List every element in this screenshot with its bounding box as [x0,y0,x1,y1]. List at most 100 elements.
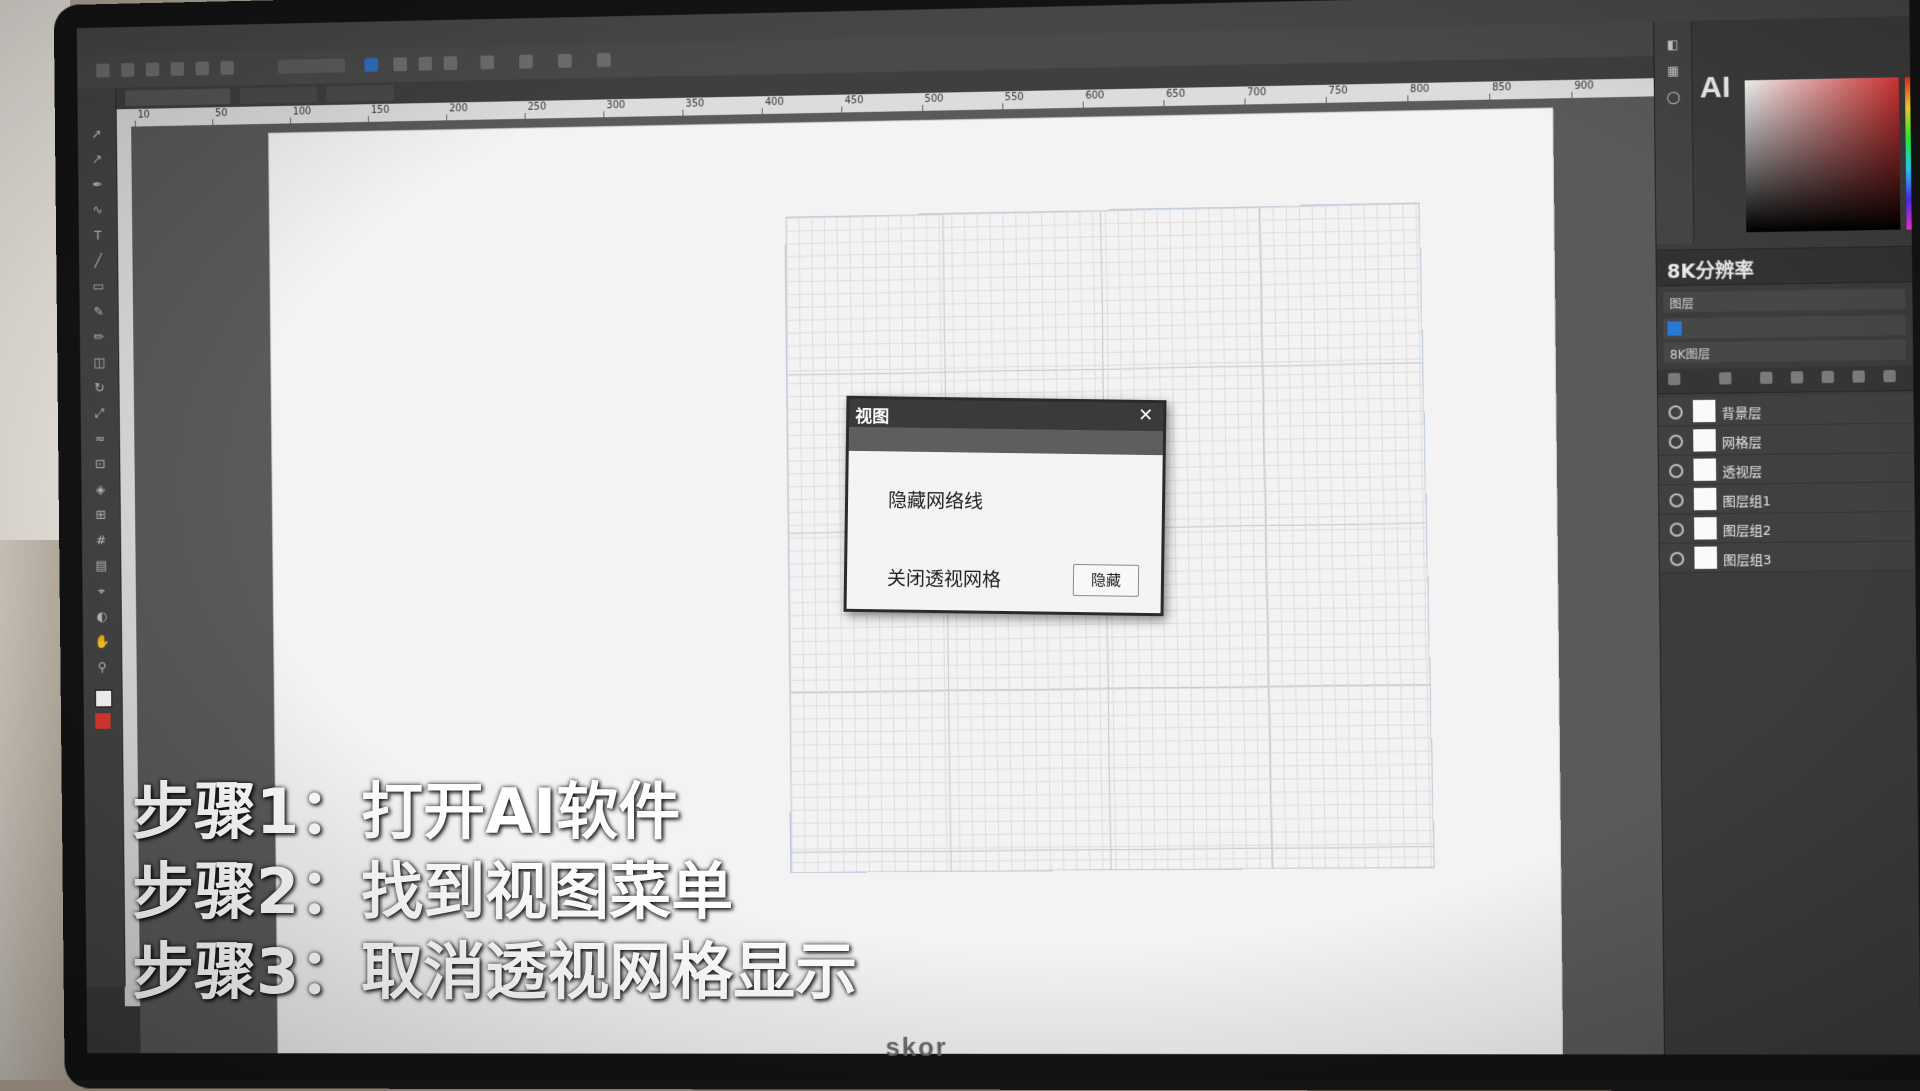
color-picker[interactable] [1744,77,1901,233]
option-field[interactable] [277,58,346,74]
opacity-row[interactable] [1663,314,1906,339]
blend-tool-icon[interactable]: ◐ [94,610,109,626]
hand-tool-icon[interactable]: ✋ [94,635,110,651]
layer-options-row[interactable]: 8K图层 [1663,339,1906,364]
scale-tool-icon[interactable]: ⤢ [92,406,107,422]
line-tool-icon[interactable]: ╱ [91,254,106,270]
menu-item[interactable] [135,27,189,42]
type-tool-icon[interactable]: T [90,229,105,245]
option-icon[interactable] [145,62,160,77]
close-perspective-grid-option[interactable]: 关闭透视网格 [887,563,1001,592]
pencil-tool-icon[interactable]: ✏ [91,330,106,346]
option-icon[interactable] [170,61,185,76]
blend-mode-select[interactable]: 图层 [1663,288,1906,313]
option-icon[interactable] [393,57,408,72]
layer-thumbnail [1692,399,1716,423]
visibility-eye-icon[interactable] [1669,522,1685,537]
brush-tool-icon[interactable]: ✎ [91,305,106,321]
color-panel-icon[interactable]: ◧ [1663,35,1682,54]
zoom-tool-icon[interactable]: ⚲ [95,660,110,676]
selection-tool-icon[interactable]: ➚ [89,127,104,143]
color-swatch[interactable] [1667,321,1682,336]
layer-row[interactable]: 图层组2 [1659,511,1917,545]
option-icon[interactable] [220,60,234,75]
document-tab[interactable] [326,85,394,103]
link-icon[interactable] [1719,372,1732,385]
option-icon[interactable] [596,52,611,67]
rotate-tool-icon[interactable]: ↻ [92,381,107,397]
ruler-tick-label: 50 [215,108,228,120]
layer-name: 图层组3 [1723,553,1772,569]
option-icon[interactable] [443,56,458,71]
ruler-tick-label: 400 [764,96,784,109]
layer-row[interactable]: 图层组3 [1659,541,1917,574]
ruler-tick-label: 350 [685,98,705,110]
visibility-eye-icon[interactable] [1669,551,1685,567]
option-icon[interactable] [558,53,572,68]
fill-color-icon[interactable] [94,689,113,708]
ruler-tick-label: 10 [137,109,150,121]
pen-tool-icon[interactable]: ✒ [90,178,105,194]
dialog-title-bar[interactable]: 视图 ✕ [849,398,1164,432]
layers-toolbar [1657,365,1915,395]
group-icon[interactable] [1790,371,1804,384]
ruler-tick-label: 100 [292,106,312,118]
shape-builder-tool-icon[interactable]: ◈ [93,483,108,499]
visibility-eye-icon[interactable] [1669,493,1684,508]
free-transform-tool-icon[interactable]: ⊡ [93,457,108,473]
option-icon[interactable] [418,56,433,71]
ruler-tick-label: 600 [1085,90,1105,102]
rectangle-tool-icon[interactable]: ▭ [91,279,106,295]
option-icon[interactable] [120,63,135,77]
document-tab[interactable] [125,88,231,107]
menu-item[interactable] [311,23,365,38]
caption-step-2: 步骤2：找到视图菜单 [132,855,734,928]
mask-icon[interactable] [1821,370,1835,384]
stroke-color-icon[interactable] [95,713,111,729]
layer-thumbnail [1693,487,1717,511]
option-icon[interactable] [96,63,110,78]
close-icon[interactable]: ✕ [1138,405,1153,426]
layer-row[interactable]: 背景层 [1658,394,1915,427]
eraser-tool-icon[interactable]: ◫ [92,356,107,372]
new-layer-icon[interactable] [1760,371,1773,384]
menu-item[interactable] [252,24,306,39]
menu-item[interactable] [77,28,130,43]
menu-icon[interactable] [1883,369,1896,383]
layer-row[interactable]: 网格层 [1658,423,1916,457]
ruler-tick-label: 750 [1328,85,1348,97]
monitor-brand-logo: skor [885,1031,948,1062]
option-icon[interactable] [480,55,495,70]
option-icon[interactable] [519,54,533,69]
right-panel: ◧ ▦ ◯ AI 8K分辨率 图层 8K图层 背景层 网格层 透视层 图层组1 … [1653,16,1920,1055]
ruler-tick-label: 200 [449,103,468,115]
eyedropper-tool-icon[interactable]: ⌖ [94,584,109,600]
visibility-eye-icon[interactable] [1668,463,1684,479]
blend-mode-label: 图层 [1669,296,1694,312]
document-tab[interactable] [239,86,317,104]
layer-name: 图层组2 [1722,523,1772,540]
layer-row[interactable]: 图层组1 [1659,482,1916,515]
hide-gridlines-option[interactable]: 隐藏网络线 [888,485,983,513]
appearance-panel-icon[interactable]: ◯ [1664,88,1683,107]
menu-item[interactable] [193,25,247,40]
curvature-tool-icon[interactable]: ∿ [90,203,105,219]
gradient-tool-icon[interactable]: ▤ [94,559,109,575]
visibility-eye-icon[interactable] [1668,434,1684,449]
visibility-eye-icon[interactable] [1668,405,1683,420]
menu-item[interactable] [369,21,423,36]
option-icon[interactable] [195,61,209,76]
fill-color-swatch[interactable] [364,57,379,72]
properties-panel-icon[interactable]: ▦ [1664,61,1683,80]
hide-button[interactable]: 隐藏 [1072,563,1140,597]
mesh-tool-icon[interactable]: # [93,533,108,549]
hue-slider[interactable] [1904,76,1917,230]
lock-icon[interactable] [1668,372,1681,386]
warp-tool-icon[interactable]: ≈ [92,432,107,448]
direct-selection-tool-icon[interactable]: ↗ [89,153,104,169]
perspective-grid-tool-icon[interactable]: ⊞ [93,508,108,524]
delete-layer-icon[interactable] [1852,370,1865,383]
layer-row[interactable]: 透视层 [1658,452,1916,486]
ruler-tick-label: 850 [1492,82,1512,94]
layer-thumbnail [1693,429,1716,452]
